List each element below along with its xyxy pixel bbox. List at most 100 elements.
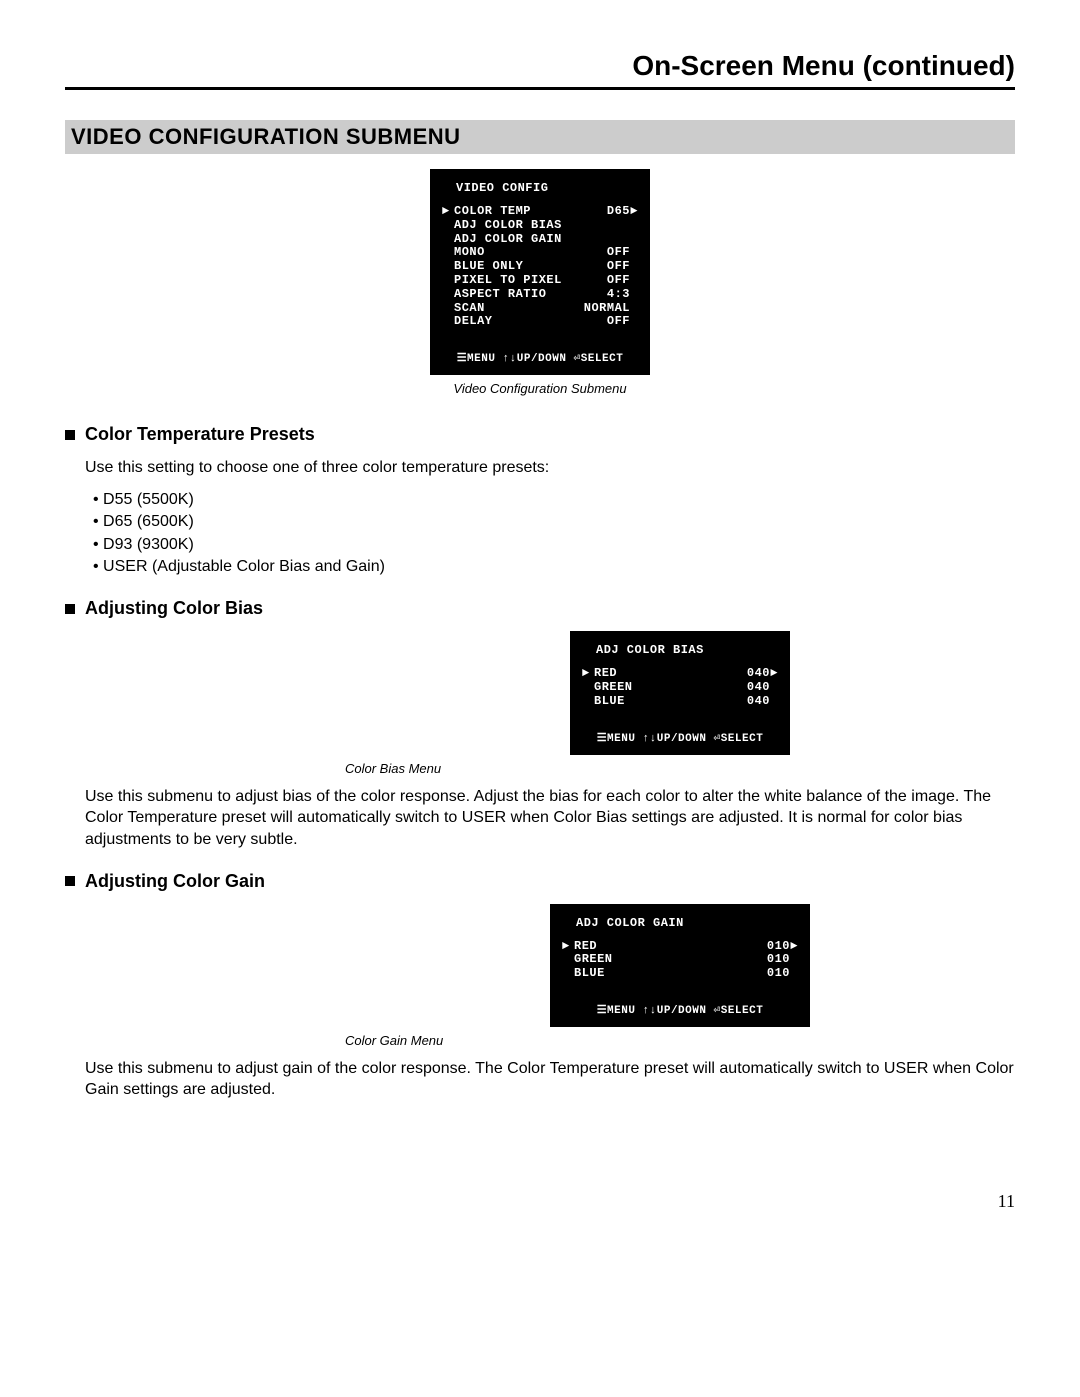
color-bias-osd: ADJ COLOR BIAS ►RED040►GREEN040BLUE040 ☰… [570,631,790,754]
osd-row-value-text: 040 [747,667,770,681]
osd-row-label-text: RED [594,667,617,681]
subsection-color-temp: Color Temperature Presets [65,424,1015,445]
osd-row-value-text: 010 [767,940,790,954]
osd-title: ADJ COLOR BIAS [582,643,778,657]
osd-row-value: 010 [767,953,798,967]
list-item: USER (Adjustable Color Bias and Gain) [93,556,1015,578]
osd-row: BLUE 040 [582,695,778,709]
osd-row-label: ADJ COLOR BIAS [442,219,562,233]
osd-row-label-text: SCAN [454,302,485,316]
color-gain-osd: ADJ COLOR GAIN ►RED010►GREEN010BLUE010 ☰… [550,904,810,1027]
osd-row: ►RED040► [582,667,778,681]
subsection-title: Adjusting Color Gain [85,871,265,892]
osd-row-label-text: DELAY [454,315,493,329]
osd-row: BLUE ONLY OFF [442,260,638,274]
osd-rows: ►RED010►GREEN010BLUE010 [562,940,798,981]
osd-row-label: MONO [442,246,485,260]
osd-row: ADJ COLOR BIAS [442,219,638,233]
osd-row-value-text: OFF [607,315,630,329]
osd-row-value: NORMAL [584,302,638,316]
osd-row-value: OFF [607,315,638,329]
osd-row-value: 040 [747,681,778,695]
osd-title: VIDEO CONFIG [442,181,638,195]
osd-row-label: ADJ COLOR GAIN [442,233,562,247]
color-temp-intro: Use this setting to choose one of three … [85,457,1015,479]
subsection-title: Adjusting Color Bias [85,598,263,619]
osd-row-value-text: OFF [607,246,630,260]
osd-row-label-text: BLUE ONLY [454,260,523,274]
osd-footer: ☰MENU ↑↓UP/DOWN ⏎SELECT [582,731,778,745]
osd-row-value-text: 010 [767,953,790,967]
arrow-right-icon: ► [442,205,454,219]
osd-row-value [630,219,638,233]
square-bullet-icon [65,876,75,886]
osd-row: ►RED010► [562,940,798,954]
section-header: VIDEO CONFIGURATION SUBMENU [65,120,1015,154]
osd-row-label-text: ADJ COLOR GAIN [454,233,562,247]
arrow-right-icon: ► [630,205,638,219]
osd-title: ADJ COLOR GAIN [562,916,798,930]
osd-row-value: OFF [607,274,638,288]
osd-row-label-text: BLUE [594,695,625,709]
color-temp-list: D55 (5500K)D65 (6500K)D93 (9300K)USER (A… [93,489,1015,579]
osd-row-label: BLUE ONLY [442,260,523,274]
osd-rows: ►RED040►GREEN040BLUE040 [582,667,778,708]
osd-row: MONO OFF [442,246,638,260]
osd-row-label: ASPECT RATIO [442,288,546,302]
osd-footer: ☰MENU ↑↓UP/DOWN ⏎SELECT [442,351,638,365]
arrow-right-icon: ► [770,667,778,681]
osd-row-value: 010► [767,940,798,954]
osd-row-value: 4:3 [607,288,638,302]
osd-row: ASPECT RATIO 4:3 [442,288,638,302]
osd-row-value-text: OFF [607,260,630,274]
color-bias-body: Use this submenu to adjust bias of the c… [85,786,1015,851]
subsection-color-gain: Adjusting Color Gain [65,871,1015,892]
osd-row-label-text: BLUE [574,967,605,981]
osd-row-value: OFF [607,246,638,260]
osd-row-value-text: 4:3 [607,288,630,302]
color-bias-osd-block: ADJ COLOR BIAS ►RED040►GREEN040BLUE040 ☰… [345,631,1015,775]
osd-row: BLUE 010 [562,967,798,981]
osd-row: PIXEL TO PIXEL OFF [442,274,638,288]
video-config-osd: VIDEO CONFIG ►COLOR TEMPD65►ADJ COLOR BI… [430,169,650,375]
osd-row: GREEN 010 [562,953,798,967]
osd-row-label-text: GREEN [594,681,633,695]
osd-row-label-text: ASPECT RATIO [454,288,546,302]
color-gain-body: Use this submenu to adjust gain of the c… [85,1058,1015,1101]
video-config-osd-block: VIDEO CONFIG ►COLOR TEMPD65►ADJ COLOR BI… [65,169,1015,404]
list-item: D55 (5500K) [93,489,1015,511]
osd-row-value-text: 010 [767,967,790,981]
osd-row-label: ►RED [582,667,617,681]
osd-row: DELAY OFF [442,315,638,329]
osd-row-label: BLUE [562,967,605,981]
page-number: 11 [65,1191,1015,1212]
osd-footer: ☰MENU ↑↓UP/DOWN ⏎SELECT [562,1003,798,1017]
osd-row-label: GREEN [582,681,633,695]
arrow-right-icon: ► [790,940,798,954]
osd-row-label-text: ADJ COLOR BIAS [454,219,562,233]
osd-row-label-text: PIXEL TO PIXEL [454,274,562,288]
osd-row: GREEN 040 [582,681,778,695]
osd-row-label-text: MONO [454,246,485,260]
osd-row: SCAN NORMAL [442,302,638,316]
osd-row-value: 040► [747,667,778,681]
color-gain-caption: Color Gain Menu [345,1033,1015,1048]
osd-row-value: 010 [767,967,798,981]
color-gain-osd-block: ADJ COLOR GAIN ►RED010►GREEN010BLUE010 ☰… [345,904,1015,1048]
osd-row-label-text: RED [574,940,597,954]
osd-row-value-text: 040 [747,681,770,695]
osd-row-label: ►COLOR TEMP [442,205,531,219]
square-bullet-icon [65,430,75,440]
osd-row-label: PIXEL TO PIXEL [442,274,562,288]
arrow-right-icon: ► [562,940,574,954]
osd-row-value: OFF [607,260,638,274]
list-item: D65 (6500K) [93,511,1015,533]
osd-row-label-text: GREEN [574,953,613,967]
osd-row: ADJ COLOR GAIN [442,233,638,247]
osd-row-label: ►RED [562,940,597,954]
osd-row-value: D65► [607,205,638,219]
osd-row-value-text: OFF [607,274,630,288]
list-item: D93 (9300K) [93,534,1015,556]
osd-row-value: 040 [747,695,778,709]
osd-row-label-text: COLOR TEMP [454,205,531,219]
